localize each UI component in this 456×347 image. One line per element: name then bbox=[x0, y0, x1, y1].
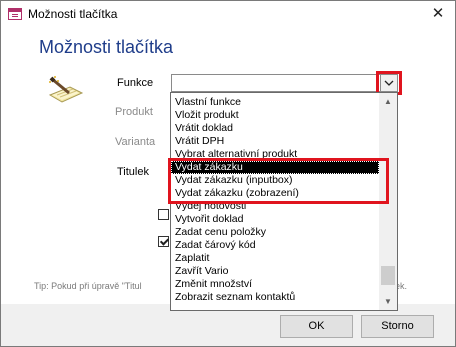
form-icon bbox=[8, 8, 22, 20]
dialog-window: Možnosti tlačítka ✕ Možnosti tlačítka Fu… bbox=[0, 0, 456, 347]
titulek-label: Titulek bbox=[117, 166, 149, 178]
list-item[interactable]: Zobrazit seznam kontaktů bbox=[175, 291, 295, 304]
magic-wand-icon bbox=[48, 76, 84, 103]
page-title: Možnosti tlačítka bbox=[39, 37, 174, 57]
ok-button[interactable]: OK bbox=[280, 315, 353, 338]
list-item[interactable]: Zadat čárový kód bbox=[175, 239, 256, 252]
scroll-down-icon[interactable]: ▼ bbox=[379, 293, 397, 310]
scroll-up-icon[interactable]: ▲ bbox=[379, 93, 397, 110]
produkt-label: Produkt bbox=[115, 106, 153, 118]
checkbox-option-2[interactable] bbox=[158, 236, 169, 247]
list-item[interactable]: Vlastní funkce bbox=[175, 96, 241, 109]
list-item[interactable]: Vytvořit doklad bbox=[175, 213, 243, 226]
window-title: Možnosti tlačítka bbox=[28, 7, 118, 21]
list-item[interactable]: Zavřít Vario bbox=[175, 265, 228, 278]
checkbox-option-1[interactable] bbox=[158, 209, 169, 220]
highlighted-items-outline bbox=[168, 158, 389, 204]
varianta-label: Varianta bbox=[115, 136, 156, 148]
title-bar: Možnosti tlačítka ✕ bbox=[1, 1, 455, 28]
list-item[interactable]: Vložit produkt bbox=[175, 109, 239, 122]
funkce-label: Funkce bbox=[117, 77, 154, 89]
list-item[interactable]: Vrátit DPH bbox=[175, 135, 224, 148]
close-icon[interactable]: ✕ bbox=[426, 3, 450, 25]
list-item[interactable]: Vrátit doklad bbox=[175, 122, 233, 135]
scrollbar-thumb[interactable] bbox=[381, 266, 395, 285]
list-item[interactable]: Zadat cenu položky bbox=[175, 226, 266, 239]
list-item[interactable]: Zaplatit bbox=[175, 252, 209, 265]
tip-text: Tip: Pokud při úpravě "Titul bbox=[34, 281, 142, 291]
cancel-button[interactable]: Storno bbox=[361, 315, 434, 338]
funkce-combobox[interactable] bbox=[171, 74, 398, 92]
list-item[interactable]: Změnit množství bbox=[175, 278, 252, 291]
